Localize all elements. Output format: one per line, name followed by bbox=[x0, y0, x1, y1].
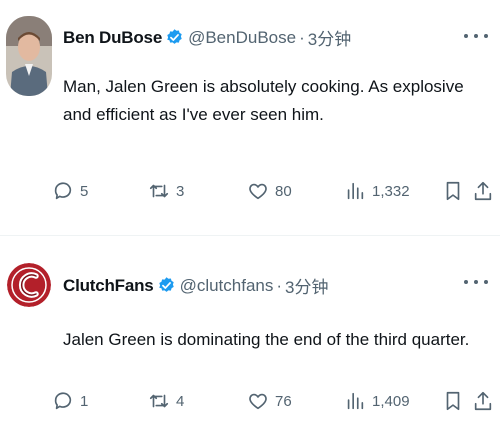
tweet-header: Ben DuBose @BenDuBose · 3分钟 bbox=[63, 25, 351, 50]
avatar-photo bbox=[6, 16, 52, 96]
reply-count: 1 bbox=[80, 392, 89, 410]
separator-dot: · bbox=[299, 27, 305, 47]
reply-icon bbox=[54, 182, 72, 200]
share-button[interactable] bbox=[472, 386, 494, 416]
handle[interactable]: @clutchfans bbox=[180, 276, 274, 296]
tweet-text: Man, Jalen Green is absolutely cooking. … bbox=[63, 77, 464, 124]
timestamp[interactable]: 3分钟 bbox=[308, 25, 351, 50]
timeline: Ben DuBose @BenDuBose · 3分钟 Man, Jalen G… bbox=[0, 0, 500, 440]
separator-dot: · bbox=[276, 275, 283, 295]
like-button[interactable]: 80 bbox=[247, 176, 292, 206]
tweet-header: ClutchFans @clutchfans · 3分钟 bbox=[63, 273, 329, 298]
retweet-button[interactable]: 4 bbox=[148, 386, 184, 416]
like-button[interactable]: 76 bbox=[247, 386, 292, 416]
reply-button[interactable]: 5 bbox=[52, 176, 88, 206]
reply-button[interactable]: 1 bbox=[52, 386, 88, 416]
share-icon bbox=[474, 391, 492, 411]
like-count: 80 bbox=[275, 182, 292, 200]
verified-badge-icon bbox=[158, 277, 174, 292]
heart-icon bbox=[249, 183, 267, 200]
bookmark-button[interactable] bbox=[442, 386, 464, 416]
display-name[interactable]: ClutchFans bbox=[63, 276, 154, 296]
retweet-count: 3 bbox=[176, 182, 185, 200]
tweet[interactable]: ClutchFans @clutchfans · 3分钟 Jalen Green… bbox=[0, 237, 500, 440]
bookmark-icon bbox=[446, 391, 460, 411]
views-button[interactable]: 1,332 bbox=[344, 176, 410, 206]
clutchfans-logo bbox=[7, 263, 51, 307]
bookmark-icon bbox=[446, 181, 460, 201]
retweet-count: 4 bbox=[176, 392, 185, 410]
more-icon[interactable] bbox=[464, 274, 488, 290]
retweet-button[interactable]: 3 bbox=[148, 176, 184, 206]
tweet-actions: 5 3 80 1,332 bbox=[52, 176, 492, 206]
retweet-icon bbox=[149, 184, 169, 198]
views-icon bbox=[347, 392, 364, 410]
tweet-text: Jalen Green is dominating the end of the… bbox=[63, 330, 470, 349]
views-icon bbox=[347, 182, 364, 200]
more-icon[interactable] bbox=[464, 28, 488, 44]
display-name[interactable]: Ben DuBose bbox=[63, 28, 162, 48]
share-button[interactable] bbox=[472, 176, 494, 206]
views-count: 1,409 bbox=[372, 392, 410, 410]
heart-icon bbox=[249, 393, 267, 410]
like-count: 76 bbox=[275, 392, 292, 410]
handle[interactable]: @BenDuBose bbox=[188, 28, 296, 48]
reply-icon bbox=[54, 392, 72, 410]
tweet[interactable]: Ben DuBose @BenDuBose · 3分钟 Man, Jalen G… bbox=[0, 0, 500, 236]
avatar[interactable] bbox=[6, 16, 52, 96]
views-button[interactable]: 1,409 bbox=[344, 386, 410, 416]
tweet-actions: 1 4 76 1,409 bbox=[52, 386, 492, 416]
reply-count: 5 bbox=[80, 182, 89, 200]
views-count: 1,332 bbox=[372, 182, 410, 200]
verified-badge-icon bbox=[167, 29, 182, 44]
divider bbox=[0, 235, 500, 236]
retweet-icon bbox=[149, 394, 169, 408]
bookmark-button[interactable] bbox=[442, 176, 464, 206]
share-icon bbox=[474, 181, 492, 201]
avatar[interactable] bbox=[7, 263, 51, 307]
timestamp[interactable]: 3分钟 bbox=[285, 273, 328, 298]
